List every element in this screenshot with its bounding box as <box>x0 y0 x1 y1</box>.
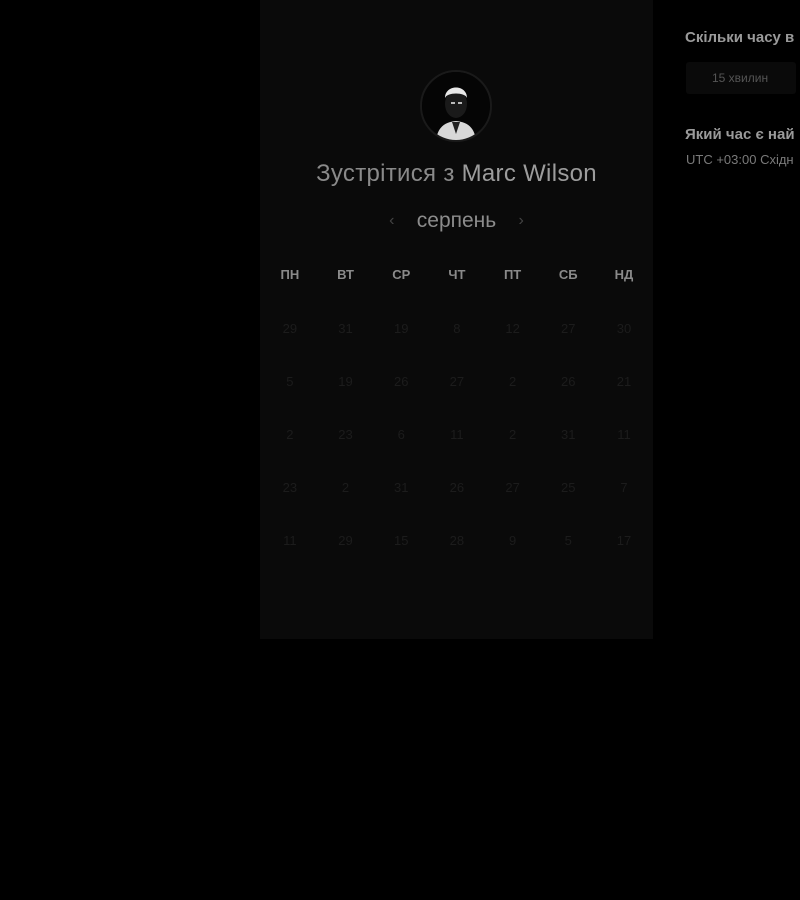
calendar-day: 26 <box>449 480 465 495</box>
calendar-week: 2 23 6 11 2 31 11 <box>262 419 652 472</box>
calendar-day: 25 <box>561 480 576 495</box>
calendar-day: 9 <box>508 533 517 548</box>
calendar-week: 29 31 19 8 12 27 30 <box>262 313 652 366</box>
calendar-day: 2 <box>508 427 517 442</box>
calendar-day: 26 <box>561 374 576 389</box>
calendar-day: 31 <box>561 427 576 442</box>
calendar-day: 11 <box>617 427 631 442</box>
calendar-day: 27 <box>505 480 520 495</box>
calendar-day: 23 <box>338 427 353 442</box>
weekday-tue: ВТ <box>337 267 354 282</box>
calendar-day: 2 <box>286 427 294 442</box>
host-photo-icon <box>422 72 490 140</box>
page-title: Зустрітися з Marc Wilson <box>260 160 653 188</box>
weekday-fri: ПТ <box>503 267 522 282</box>
calendar-day: 27 <box>449 374 465 389</box>
calendar-day: 31 <box>393 480 409 495</box>
chevron-right-icon[interactable]: › <box>514 212 528 230</box>
duration-option-button[interactable]: 15 хвилин <box>686 62 796 94</box>
calendar-day: 15 <box>393 533 409 548</box>
calendar-week: 11 29 15 28 9 5 17 <box>262 525 652 578</box>
calendar-day: 30 <box>616 321 632 336</box>
booking-page: Зустрітися з Marc Wilson ‹ серпень › ПН … <box>0 0 800 900</box>
calendar-grid: ПН ВТ СР ЧТ ПТ СБ НД 29 31 19 8 12 27 30… <box>262 260 652 578</box>
calendar-week: 5 19 26 27 2 26 21 <box>262 366 652 419</box>
title-prefix: Зустрітися з <box>316 160 455 187</box>
weekday-sun: НД <box>614 267 634 282</box>
calendar-day: 5 <box>286 374 294 389</box>
calendar-day: 31 <box>338 321 353 336</box>
timezone-selector[interactable]: UTC +03:00 Східн <box>686 152 794 167</box>
calendar-day: 23 <box>282 480 298 495</box>
calendar-day: 12 <box>505 321 520 336</box>
calendar-day: 5 <box>564 533 572 548</box>
calendar-week: 23 2 31 26 27 25 7 <box>262 472 652 525</box>
calendar-day: 29 <box>338 533 353 548</box>
calendar-day: 19 <box>338 374 353 389</box>
calendar-day: 17 <box>616 533 632 548</box>
calendar-day: 8 <box>453 321 461 336</box>
calendar-day: 28 <box>449 533 465 548</box>
calendar-day: 26 <box>393 374 409 389</box>
calendar-day: 7 <box>620 480 628 495</box>
calendar-day: 27 <box>561 321 576 336</box>
calendar-day: 21 <box>616 374 632 389</box>
booking-options-panel: Скільки часу в 15 хвилин Який час є най … <box>685 0 800 900</box>
avatar <box>420 70 492 142</box>
calendar-day: 11 <box>450 427 464 442</box>
calendar-day: 2 <box>508 374 517 389</box>
chevron-left-icon[interactable]: ‹ <box>385 212 399 230</box>
duration-question: Скільки часу в <box>685 29 795 46</box>
calendar-day: 6 <box>397 427 405 442</box>
time-question: Який час є най <box>685 126 795 143</box>
host-name: Marc Wilson <box>461 160 597 187</box>
calendar-day: 29 <box>282 321 298 336</box>
month-label: серпень <box>416 209 497 232</box>
month-navigation: ‹ серпень › <box>260 206 653 236</box>
calendar-day: 2 <box>341 480 350 495</box>
calendar-day: 19 <box>393 321 409 336</box>
weekday-wed: СР <box>392 267 411 282</box>
weekday-mon: ПН <box>280 267 300 282</box>
weekday-header: ПН ВТ СР ЧТ ПТ СБ НД <box>262 260 652 313</box>
calendar-day: 11 <box>283 533 297 548</box>
weekday-thu: ЧТ <box>448 267 466 282</box>
weekday-sat: СБ <box>558 267 578 282</box>
